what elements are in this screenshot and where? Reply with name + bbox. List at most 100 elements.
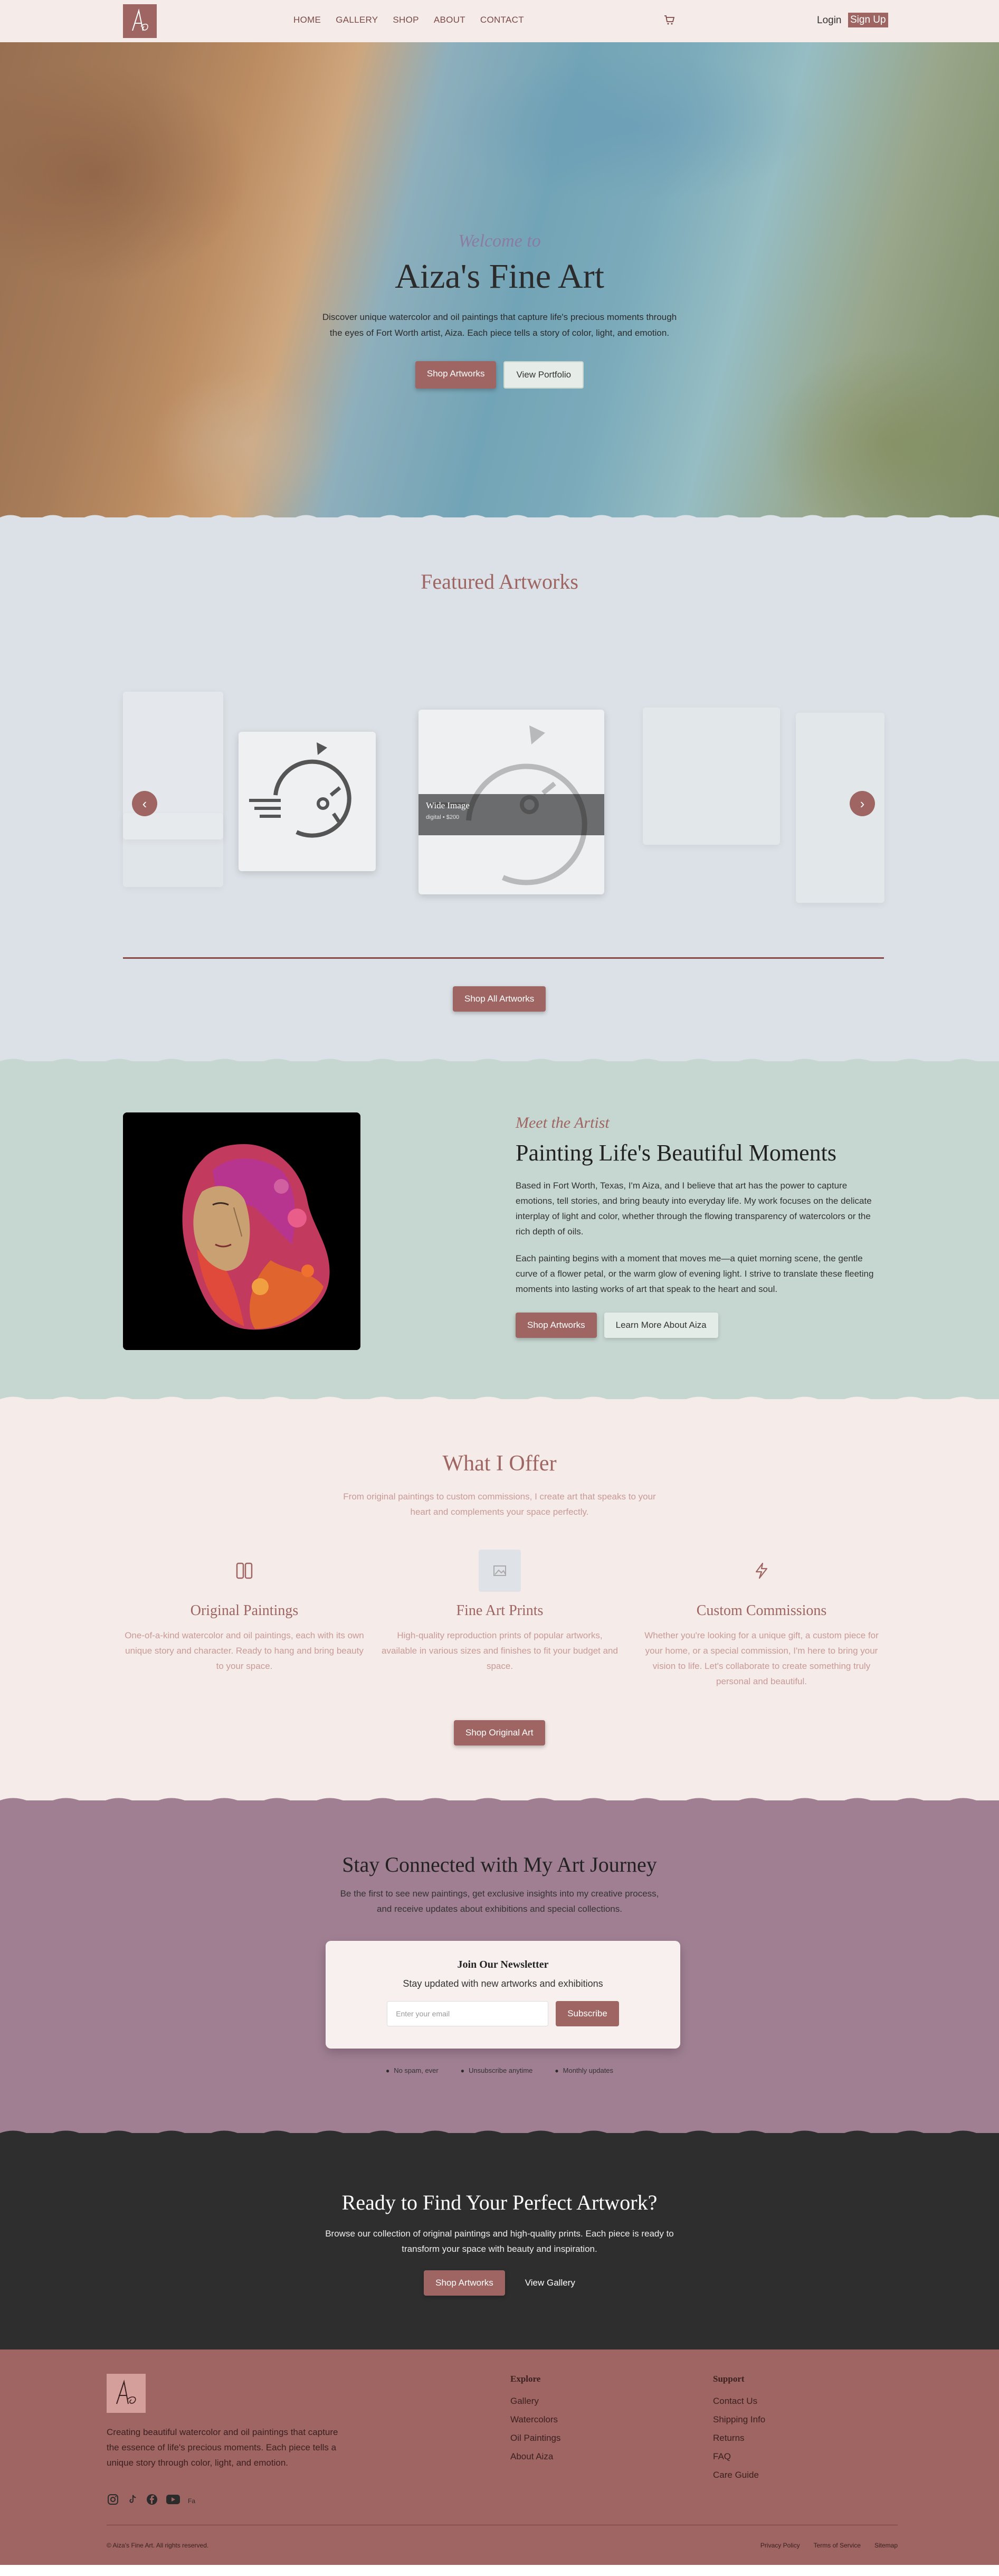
privacy-policy-link[interactable]: Privacy Policy [760,2542,800,2549]
carousel-card[interactable] [643,707,780,845]
fa-icon[interactable]: Fa [188,2497,195,2505]
about-paragraph-2: Each painting begins with a moment that … [516,1253,874,1294]
footer-link-contact[interactable]: Contact Us [713,2396,765,2407]
newsletter-subtitle: Be the first to see new paintings, get e… [0,1886,999,1917]
cta-text-line-1: Browse our collection of original painti… [325,2229,674,2239]
shop-all-artworks-button[interactable]: Shop All Artworks [453,986,546,1012]
footer-logo[interactable] [107,2374,146,2413]
footer-link-gallery[interactable]: Gallery [510,2396,560,2407]
offer-item-title: Fine Art Prints [456,1602,544,1619]
footer-link-shipping[interactable]: Shipping Info [713,2414,765,2425]
cta-title: Ready to Find Your Perfect Artwork? [341,2191,658,2214]
footer-link-care-guide[interactable]: Care Guide [713,2470,765,2480]
image-icon [378,1550,621,1592]
footer-copyright: © Aiza's Fine Art. All rights reserved. [107,2542,209,2549]
cta-text: Browse our collection of original painti… [0,2226,999,2257]
sitemap-link[interactable]: Sitemap [874,2542,898,2549]
carousel-next-button[interactable]: › [850,791,875,816]
wave-divider [0,2130,999,2138]
offer-subtitle-line-1: From original paintings to custom commis… [343,1492,656,1502]
view-gallery-link[interactable]: View Gallery [525,2278,575,2288]
signup-button[interactable]: Sign Up [848,13,888,27]
nav-gallery[interactable]: GALLERY [336,15,378,25]
wave-divider [0,1396,999,1404]
offer-item-commissions: Custom Commissions Whether you're lookin… [640,1550,883,1689]
cta-section: Ready to Find Your Perfect Artwork? Brow… [0,2130,999,2349]
feature-no-spam: No spam, ever [386,2067,439,2074]
about-shop-artworks-button[interactable]: Shop Artworks [516,1313,597,1338]
shop-original-art-button[interactable]: Shop Original Art [454,1720,545,1745]
offer-item-title: Original Paintings [190,1602,299,1619]
newsletter-subtitle-line-2: and receive updates about exhibitions an… [377,1904,622,1914]
youtube-icon[interactable] [166,2494,180,2508]
footer-link-about[interactable]: About Aiza [510,2451,560,2462]
offer-item-original: Original Paintings One-of-a-kind waterco… [123,1550,366,1674]
footer-legal-links: Privacy Policy Terms of Service Sitemap [760,2542,898,2549]
footer-link-faq[interactable]: FAQ [713,2451,765,2462]
offer-section: What I Offer From original paintings to … [0,1396,999,1800]
login-link[interactable]: Login [817,15,842,26]
carousel-prev-button[interactable]: ‹ [132,791,157,816]
subscribe-button[interactable]: Subscribe [556,2001,619,2026]
logo-mark-icon [132,8,148,31]
facebook-icon[interactable] [146,2493,158,2508]
offer-subtitle-line-2: heart and complements your space perfect… [410,1507,589,1517]
hero-view-portfolio-button[interactable]: View Portfolio [503,361,584,389]
footer: Creating beautiful watercolor and oil pa… [0,2349,999,2565]
offer-title: What I Offer [442,1451,557,1476]
logo[interactable] [123,4,157,38]
cta-shop-artworks-button[interactable]: Shop Artworks [424,2270,505,2296]
learn-more-button[interactable]: Learn More About Aiza [604,1313,718,1338]
carousel-progress-bar [123,957,884,959]
image-placeholder-icon [249,742,351,838]
wave-divider [0,1059,999,1066]
frames-icon [123,1550,366,1592]
wave-divider [0,1798,999,1805]
email-input[interactable]: Enter your email [387,2001,549,2026]
lightning-icon [640,1550,883,1592]
footer-link-returns[interactable]: Returns [713,2433,765,2443]
newsletter-card-subtitle: Stay updated with new artworks and exhib… [403,1978,603,1989]
newsletter-card: Join Our Newsletter Stay updated with ne… [326,1941,680,2049]
footer-support-title: Support [713,2374,745,2384]
featured-section: Featured Artworks Wide Image digital • $… [0,515,999,1061]
feature-unsubscribe: Unsubscribe anytime [461,2067,532,2074]
nav-about[interactable]: ABOUT [434,15,465,25]
footer-support: Support Contact Us Shipping Info Returns… [713,2374,765,2488]
newsletter-section: Stay Connected with My Art Journey Be th… [0,1798,999,2133]
offer-item-text: High-quality reproduction prints of popu… [382,1630,618,1671]
hero-title: Aiza's Fine Art [395,257,604,296]
nav-home[interactable]: HOME [293,15,321,25]
hero-section: Welcome to Aiza's Fine Art Discover uniq… [0,42,999,517]
newsletter-title: Stay Connected with My Art Journey [342,1853,657,1876]
footer-link-watercolors[interactable]: Watercolors [510,2414,560,2425]
logo-mark-icon [116,2380,136,2404]
cta-text-line-2: transform your space with beauty and ins… [402,2244,597,2254]
hero-description: Discover unique watercolor and oil paint… [322,312,677,338]
about-section: Meet the Artist Painting Life's Beautifu… [0,1059,999,1399]
instagram-icon[interactable] [107,2493,119,2508]
newsletter-card-title: Join Our Newsletter [457,1959,549,1970]
footer-link-oil-paintings[interactable]: Oil Paintings [510,2433,560,2443]
carousel-card-active[interactable]: Wide Image digital • $200 [418,710,604,894]
about-title: Painting Life's Beautiful Moments [516,1140,836,1166]
hero-shop-artworks-button[interactable]: Shop Artworks [415,361,497,389]
nav-links: HOME GALLERY SHOP ABOUT CONTACT [293,15,524,25]
offer-subtitle: From original paintings to custom commis… [0,1489,999,1520]
card-title: Wide Image [426,800,470,810]
footer-explore-title: Explore [510,2374,541,2384]
hero-welcome: Welcome to [458,231,541,251]
carousel-card[interactable] [123,813,223,887]
nav-shop[interactable]: SHOP [393,15,418,25]
about-kicker: Meet the Artist [516,1114,610,1131]
featured-title: Featured Artworks [421,570,578,593]
terms-link[interactable]: Terms of Service [814,2542,861,2549]
cart-icon[interactable] [663,14,675,29]
newsletter-subtitle-line-1: Be the first to see new paintings, get e… [340,1889,659,1899]
offer-item-text: One-of-a-kind watercolor and oil paintin… [125,1630,364,1671]
card-meta: digital • $200 [426,814,460,820]
tiktok-icon[interactable] [127,2494,138,2508]
nav-contact[interactable]: CONTACT [480,15,524,25]
about-paragraph-1: Based in Fort Worth, Texas, I'm Aiza, an… [516,1181,872,1237]
carousel-card[interactable] [239,732,376,871]
